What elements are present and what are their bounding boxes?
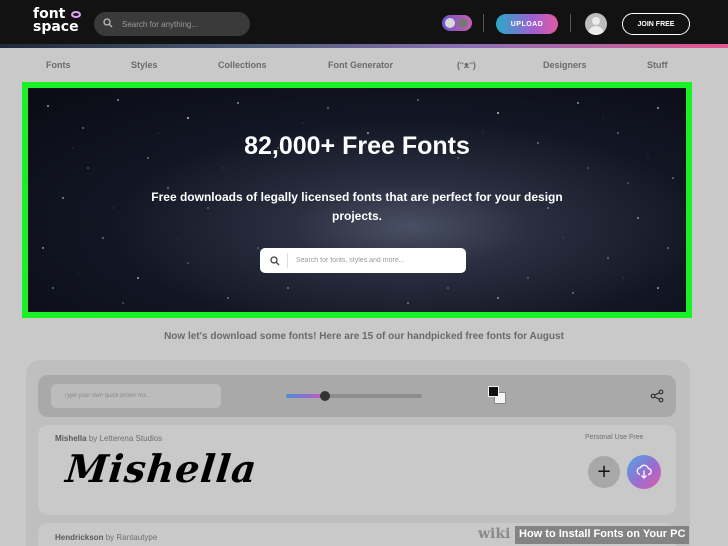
header-gradient-line	[0, 44, 728, 48]
watermark-title: How to Install Fonts on Your PC	[515, 526, 690, 544]
hero-title: 82,000+ Free Fonts	[244, 132, 470, 160]
search-icon	[270, 256, 280, 266]
fontspace-logo[interactable]: font space	[33, 7, 85, 38]
text-color-swatch[interactable]	[488, 386, 499, 397]
font-card-title: Hendrickson by Rantautype	[55, 533, 157, 542]
handpicked-tagline: Now let's download some fonts! Here are …	[164, 331, 564, 342]
license-label: Personal Use Free	[585, 434, 644, 441]
preview-text-input[interactable]	[51, 384, 221, 408]
nav-stuff[interactable]: Stuff	[647, 60, 668, 70]
upload-button[interactable]: UPLOAD	[496, 14, 558, 34]
toggle-knob	[445, 18, 455, 28]
font-specimen[interactable]: Mishella	[64, 446, 260, 491]
join-free-button[interactable]: JOIN FREE	[622, 13, 690, 35]
nav-fonts[interactable]: Fonts	[46, 60, 71, 70]
nav-emoticons[interactable]: (ᵔᴥᵔ)	[457, 60, 476, 70]
nav-font-generator[interactable]: Font Generator	[328, 60, 393, 70]
plus-icon: +	[596, 461, 612, 482]
by-label: by	[88, 434, 98, 443]
search-divider	[287, 253, 288, 268]
header-divider	[570, 14, 571, 32]
header-divider	[483, 14, 484, 32]
font-card-title: Mishella by Letterena Studios	[55, 434, 162, 443]
top-search-bar[interactable]	[94, 12, 250, 36]
search-icon	[103, 18, 113, 28]
hero-search-bar[interactable]	[260, 248, 466, 273]
wikihow-watermark: wiki How to Install Fonts on Your PC	[478, 526, 728, 544]
share-icon[interactable]	[650, 389, 664, 403]
font-name-link[interactable]: Hendrickson	[55, 533, 103, 542]
color-swatch[interactable]	[488, 386, 508, 406]
designer-link[interactable]: Letterena Studios	[100, 434, 163, 443]
watermark-brand: wiki	[478, 526, 511, 542]
avatar-body-icon	[588, 26, 604, 35]
nav-collections[interactable]: Collections	[218, 60, 267, 70]
main-nav: Fonts Styles Collections Font Generator …	[0, 56, 728, 76]
top-search-input[interactable]	[122, 15, 244, 33]
hero-banner: 82,000+ Free Fonts Free downloads of leg…	[22, 82, 692, 318]
nav-designers[interactable]: Designers	[543, 60, 587, 70]
toggle-knob-secondary	[458, 18, 468, 28]
user-avatar[interactable]	[585, 13, 607, 35]
designer-link[interactable]: Rantautype	[116, 533, 157, 542]
add-to-collection-button[interactable]: +	[588, 456, 620, 488]
hero-subtitle: Free downloads of legally licensed fonts…	[151, 190, 563, 223]
top-bar: font space UPLOAD JOIN FREE	[0, 0, 728, 44]
hero-search-input[interactable]	[296, 252, 456, 269]
by-label: by	[105, 533, 115, 542]
download-button[interactable]	[627, 455, 661, 489]
theme-toggle[interactable]	[442, 15, 472, 31]
avatar-head-icon	[592, 17, 600, 25]
planet-ring-icon	[71, 11, 81, 18]
font-name-link[interactable]: Mishella	[55, 434, 87, 443]
logo-text-line2: space	[33, 19, 79, 35]
download-icon	[636, 464, 652, 479]
nav-styles[interactable]: Styles	[131, 60, 158, 70]
